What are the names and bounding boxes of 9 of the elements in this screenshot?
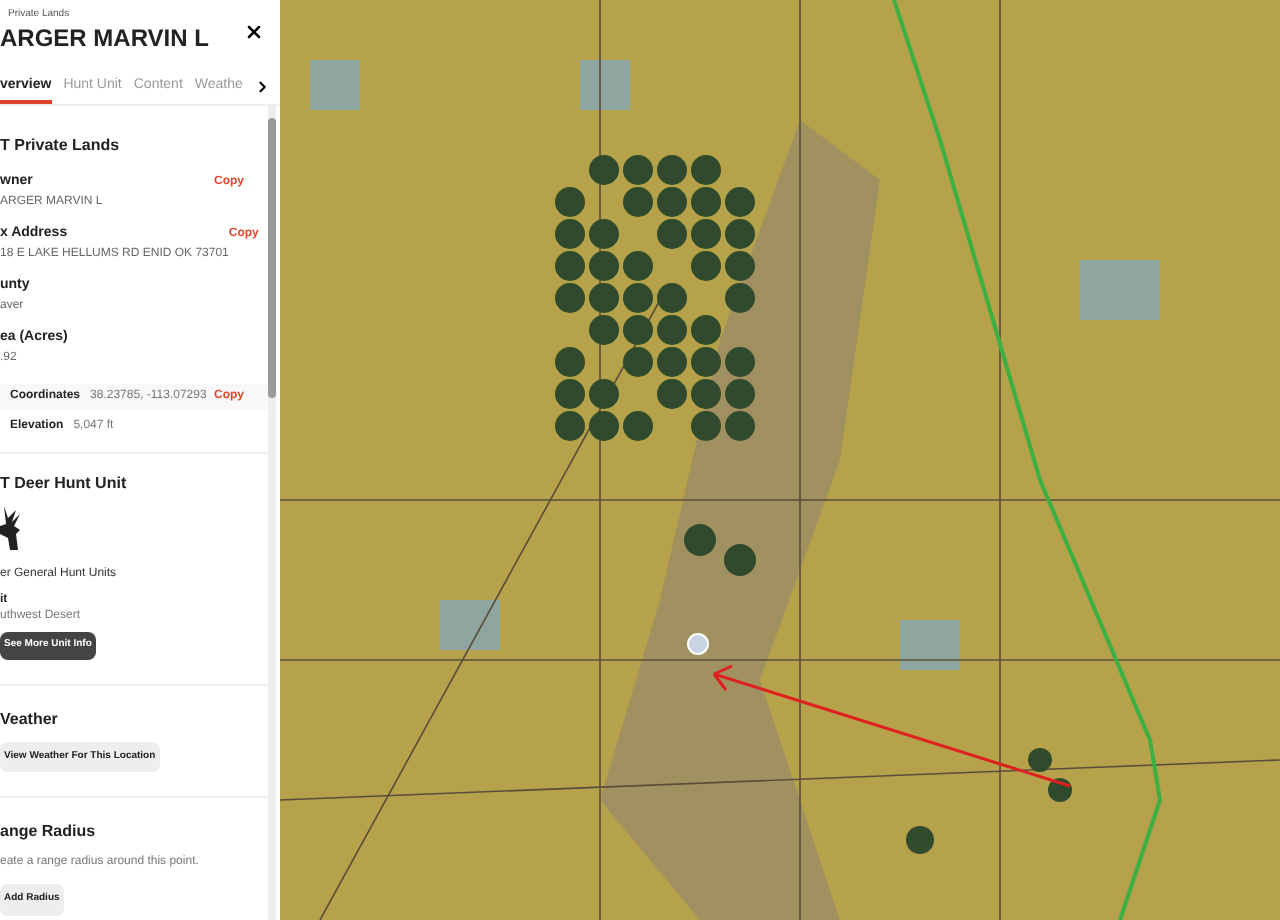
satellite-map-drawing[interactable] — [280, 0, 1280, 920]
panel-title: ARGER MARVIN L — [0, 22, 209, 54]
scrollbar[interactable] — [268, 106, 276, 920]
chevron-right-icon[interactable] — [254, 78, 272, 96]
section-heading: Veather — [0, 709, 60, 729]
section-heading: T Private Lands — [0, 136, 122, 156]
close-icon[interactable] — [244, 22, 264, 42]
section-heading: T Deer Hunt Unit — [0, 474, 129, 494]
section-heading: ange Radius — [0, 822, 98, 842]
